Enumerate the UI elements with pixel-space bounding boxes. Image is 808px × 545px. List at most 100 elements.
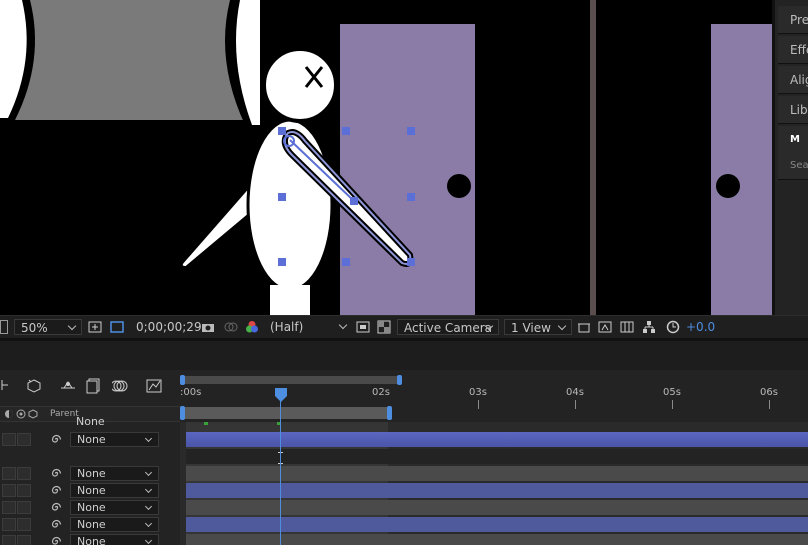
motion-blur-icon[interactable] [112, 378, 128, 394]
panel-libraries[interactable]: Libraries [778, 96, 808, 124]
keyframe-marker[interactable] [204, 422, 208, 425]
libraries-tab[interactable]: M [778, 126, 808, 154]
pick-whip-icon[interactable] [50, 467, 63, 480]
timeline-toggle-icon[interactable] [620, 320, 634, 334]
show-snapshot-icon[interactable] [224, 320, 238, 334]
layer-row[interactable]: None [0, 482, 180, 499]
time-ruler[interactable]: :00s 02s 03s 04s 05s 06s [180, 370, 808, 422]
pick-whip-icon[interactable] [50, 433, 63, 446]
chevron-down-icon [67, 321, 77, 331]
parent-dropdown[interactable]: None [70, 517, 159, 532]
layer-switch[interactable] [17, 467, 31, 480]
layer-row[interactable]: None [0, 465, 180, 482]
resolution-dropdown[interactable]: (Half) [270, 319, 350, 335]
layer-switch[interactable] [2, 518, 16, 531]
layer-switch[interactable] [17, 484, 31, 497]
transform-handle[interactable] [342, 258, 350, 266]
after-effects-window: Preview Effects & Presets Align Librarie… [0, 0, 808, 545]
panel-align[interactable]: Align [778, 66, 808, 94]
shy-layers-icon[interactable] [59, 378, 77, 394]
comp-range-end[interactable] [387, 406, 392, 420]
graph-editor-icon[interactable] [146, 378, 162, 394]
panel-preview[interactable]: Preview [778, 6, 808, 34]
flowchart-icon[interactable] [642, 320, 656, 334]
channel-rgb-icon[interactable] [245, 320, 259, 334]
panel-effects-presets[interactable]: Effects & Presets [778, 36, 808, 64]
work-area-end[interactable] [397, 375, 402, 385]
transform-handle[interactable] [278, 127, 286, 135]
toggle-pixel-aspect-icon[interactable] [577, 320, 591, 334]
pick-whip-icon[interactable] [50, 484, 63, 497]
layer-switch[interactable] [17, 518, 31, 531]
pick-whip-icon[interactable] [50, 518, 63, 531]
layer-switch[interactable] [17, 501, 31, 514]
transform-handle[interactable] [407, 193, 415, 201]
viewer-toolbar: 50% 0;00;00;29 (Half) Active Camera 1 Vi… [0, 315, 808, 338]
frame-blending-icon[interactable] [86, 378, 102, 394]
transform-handle[interactable] [278, 193, 286, 201]
view-layout-dropdown[interactable]: 1 View [504, 319, 572, 335]
parent-dropdown[interactable]: None [70, 534, 159, 545]
pick-whip-icon[interactable] [50, 501, 63, 514]
work-area-start[interactable] [180, 375, 185, 385]
character-figure[interactable] [170, 45, 430, 315]
comp-range-bar[interactable] [182, 407, 390, 419]
libraries-search[interactable]: Search [778, 152, 808, 180]
parent-value: None [77, 467, 106, 480]
current-time[interactable]: 0;00;00;29 [136, 319, 202, 335]
layer-switch[interactable] [2, 535, 16, 545]
transform-handle[interactable] [350, 197, 358, 205]
transform-handle[interactable] [342, 127, 350, 135]
layer-switch[interactable] [2, 467, 16, 480]
transform-handle[interactable] [407, 258, 415, 266]
viewer-menu-icon[interactable] [0, 320, 8, 334]
panel-label: M [790, 134, 800, 145]
parent-value: None [77, 535, 106, 545]
chevron-down-icon [144, 434, 153, 443]
safe-zones-icon[interactable] [88, 320, 102, 334]
transform-handle[interactable] [407, 127, 415, 135]
snapshot-icon[interactable] [201, 320, 215, 334]
view-layout-value: 1 View [511, 321, 551, 335]
ruler-label: 06s [760, 387, 778, 398]
region-of-interest-icon[interactable] [356, 320, 370, 334]
layer-row[interactable]: None [0, 499, 180, 516]
parent-dropdown[interactable]: None [70, 415, 159, 430]
layer-switch[interactable] [17, 433, 31, 446]
comp-range-start[interactable] [180, 406, 185, 420]
zoom-dropdown[interactable]: 50% [14, 319, 82, 335]
resolution-value: (Half) [270, 320, 304, 334]
camera-dropdown[interactable]: Active Camera [397, 319, 499, 335]
hierarchy-icon[interactable] [0, 378, 10, 392]
playhead-handle[interactable] [274, 387, 288, 403]
exposure-value[interactable]: +0.0 [686, 319, 715, 335]
parent-dropdown[interactable]: None [70, 432, 159, 447]
door-right [711, 24, 772, 315]
layer-row[interactable]: None [0, 431, 180, 448]
reset-exposure-icon[interactable] [666, 320, 680, 334]
parent-dropdown[interactable]: None [70, 466, 159, 481]
work-area-bar[interactable] [182, 376, 400, 384]
mask-visibility-icon[interactable] [110, 320, 124, 334]
layer-switch[interactable] [2, 484, 16, 497]
parent-dropdown[interactable]: None [70, 500, 159, 515]
right-panel-stack: Preview Effects & Presets Align Librarie… [772, 0, 808, 315]
layer-tracks[interactable] [180, 422, 808, 545]
layer-row[interactable]: None [0, 533, 180, 545]
layer-row[interactable]: None [0, 414, 180, 431]
fast-previews-icon[interactable] [598, 320, 612, 334]
parent-dropdown[interactable]: None [70, 483, 159, 498]
layer-switch[interactable] [2, 433, 16, 446]
ruler-tick [769, 400, 770, 409]
chevron-down-icon [144, 502, 153, 511]
ruler-label: 04s [566, 387, 584, 398]
layer-switch[interactable] [2, 501, 16, 514]
layer-switch[interactable] [17, 535, 31, 545]
composition-viewer[interactable] [0, 0, 772, 315]
ruler-label: 03s [469, 387, 487, 398]
transform-handle[interactable] [278, 258, 286, 266]
layer-row[interactable]: None [0, 516, 180, 533]
transparency-grid-icon[interactable] [377, 320, 391, 334]
pick-whip-icon[interactable] [50, 535, 63, 545]
draft-3d-icon[interactable] [26, 378, 42, 394]
